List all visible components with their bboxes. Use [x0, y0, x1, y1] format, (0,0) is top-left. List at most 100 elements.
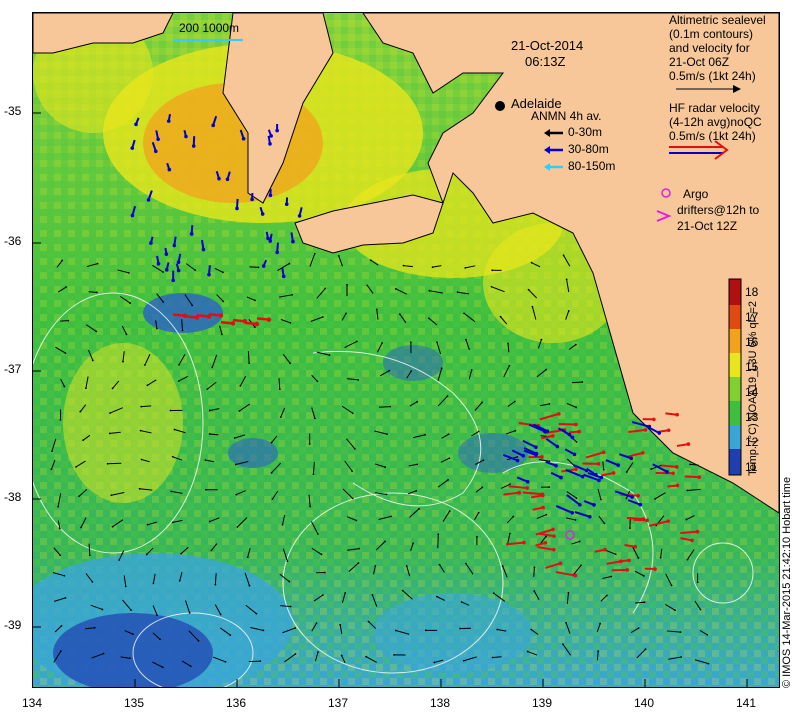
velocity-arrow-head [85, 387, 87, 390]
velocity-arrow-head [211, 123, 215, 128]
velocity-arrow-head [685, 518, 688, 521]
velocity-arrow-head [57, 505, 59, 508]
velocity-arrow-head [173, 428, 176, 431]
velocity-arrow-head [393, 653, 396, 656]
velocity-arrow-head [675, 412, 679, 417]
velocity-arrow-head [366, 284, 369, 287]
velocity-arrow-head [603, 522, 606, 525]
velocity-arrow-head [686, 558, 689, 561]
velocity-arrow-head [259, 660, 262, 663]
velocity-arrow-head [111, 387, 114, 390]
velocity-arrow-head [410, 370, 413, 373]
velocity-arrow-head [59, 418, 62, 421]
velocity-arrow-head [291, 293, 294, 296]
velocity-arrow-head [96, 262, 99, 265]
velocity-arrow-head [433, 661, 436, 664]
velocity-arrow-head [197, 639, 200, 642]
velocity-arrow-head [465, 338, 467, 341]
velocity-arrow-head [552, 534, 556, 538]
timestamp-time: 06:13Z [525, 54, 566, 69]
velocity-arrow-head [217, 176, 221, 181]
velocity-arrow-head [129, 657, 131, 660]
velocity-arrow-head [344, 591, 347, 594]
velocity-arrow-head [456, 291, 459, 294]
velocity-arrow-head [508, 364, 511, 367]
velocity-arrow-head [637, 627, 640, 630]
velocity-arrow-head [416, 400, 419, 403]
y-tick: -38 [4, 490, 22, 504]
velocity-arrow-head [490, 285, 493, 288]
velocity-arrow-head [460, 601, 463, 603]
argo-legend-line: 21-Oct 12Z [677, 219, 738, 233]
x-tick: 134 [22, 696, 43, 710]
velocity-arrow-head [577, 429, 581, 434]
velocity-arrow-head [220, 333, 223, 336]
hf-legend-line: (4-12h avg)noQC [669, 115, 762, 129]
velocity-arrow-head [317, 651, 319, 653]
velocity-arrow-head [580, 564, 582, 567]
velocity-arrow-head [428, 289, 431, 292]
velocity-arrow-head [328, 354, 331, 357]
velocity-arrow-head [565, 278, 568, 281]
velocity-arrow-head [289, 321, 292, 324]
velocity-arrow-head [275, 128, 279, 133]
y-tick: -37 [4, 362, 22, 376]
velocity-arrow-head [159, 638, 161, 641]
velocity-arrow-head [659, 556, 662, 559]
velocity-arrow-head [241, 136, 246, 141]
velocity-arrow-head [176, 268, 181, 273]
velocity-arrow-head [218, 313, 224, 318]
velocity-arrow-head [575, 440, 578, 443]
velocity-arrow-head [525, 486, 529, 490]
velocity-arrow-head [627, 558, 631, 563]
velocity-arrow-head [288, 580, 291, 583]
velocity-arrow-head [130, 213, 135, 218]
velocity-arrow-head [431, 266, 434, 269]
velocity-arrow-head [146, 198, 151, 202]
velocity-arrow-head [517, 490, 522, 495]
velocity-arrow-head [51, 450, 53, 453]
velocity-arrow-head [191, 144, 196, 148]
velocity-arrow-head [78, 495, 81, 498]
velocity-arrow-head [666, 519, 671, 523]
velocity-arrow-head [289, 605, 292, 608]
y-tick: -35 [4, 104, 22, 118]
velocity-arrow-head [211, 366, 214, 369]
velocity-arrow-head [208, 520, 211, 523]
velocity-arrow-head [706, 633, 709, 636]
velocity-arrow [533, 567, 535, 577]
velocity-arrow-head [477, 430, 480, 433]
velocity-arrow-head [257, 266, 260, 269]
velocity-arrow-head [697, 475, 701, 479]
velocity-arrow-head [146, 384, 149, 387]
velocity-arrow-head [645, 518, 649, 523]
argo-legend-line: drifters@12h to [677, 203, 760, 217]
velocity-arrow-head [246, 556, 249, 558]
velocity-arrow-head [162, 301, 165, 303]
velocity-arrow-head [129, 302, 132, 305]
velocity-arrow-head [91, 359, 94, 362]
velocity-arrow-head [629, 456, 634, 461]
y-tick: -36 [4, 234, 22, 248]
velocity-arrow-head [526, 650, 529, 653]
altimetry-legend-line: 21-Oct 06Z [669, 55, 730, 69]
velocity-arrow-head [110, 494, 113, 497]
velocity-arrow-head [60, 625, 63, 627]
velocity-arrow-head [309, 505, 312, 508]
velocity-arrow-head [436, 341, 438, 344]
velocity-arrow-head [628, 527, 631, 530]
velocity-arrow-head [345, 312, 347, 315]
velocity-arrow-head [513, 400, 516, 403]
velocity-arrow-head [657, 431, 662, 435]
velocity-arrow-head [565, 621, 567, 624]
velocity-arrow-head [250, 197, 254, 202]
velocity-arrow-head [184, 134, 188, 139]
velocity-arrow-head [253, 326, 256, 328]
velocity-arrow-head [254, 321, 260, 327]
velocity-arrow-head [266, 236, 270, 241]
velocity-arrow-head [125, 333, 128, 336]
velocity-arrow-head [640, 451, 645, 455]
velocity-arrow-head [438, 563, 441, 566]
velocity-arrow-head [284, 202, 289, 207]
velocity-arrow-head [465, 562, 467, 565]
